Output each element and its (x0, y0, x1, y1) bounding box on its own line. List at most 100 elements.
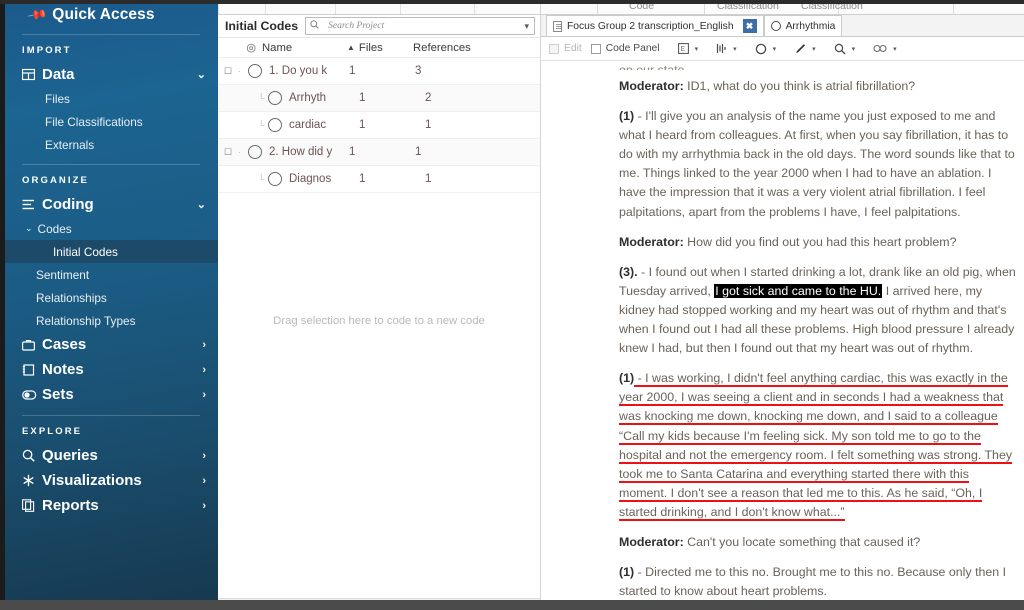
transcript-paragraph: (1) - Directed me to this no. Brought me… (619, 563, 1019, 601)
columns-tool[interactable]: ▾ (707, 43, 746, 54)
chevron-right-icon: › (202, 499, 206, 512)
chevron-down-icon[interactable]: ▾ (524, 21, 531, 32)
svg-text:E: E (680, 45, 684, 53)
column-header-references[interactable]: References (413, 42, 540, 54)
code-circle-tool[interactable]: ▾ (746, 43, 786, 55)
sidebar-item-sets[interactable]: Sets › (5, 382, 218, 407)
close-icon[interactable]: ✖ (742, 19, 757, 33)
sidebar-item-sentiment[interactable]: Sentiment (5, 263, 218, 286)
quick-access-header[interactable]: 📌 Quick Access (5, 0, 218, 34)
sidebar-item-coding[interactable]: Coding ⌄ (5, 192, 218, 217)
sidebar-item-initial-codes[interactable]: Initial Codes (5, 240, 218, 263)
sidebar-item-initial-codes-label: Initial Codes (53, 244, 118, 259)
document-toolbar: Edit Code Panel E ▾ ▾ ▾ ▾ ▾ ▾ (541, 37, 1024, 61)
chevron-down-icon: ⌄ (196, 69, 206, 81)
row-references: 3 (415, 65, 422, 77)
row-name: 1. Do you k (269, 65, 328, 77)
zoom-icon (834, 43, 846, 55)
code-circle-icon (268, 118, 282, 132)
tab-arrhythmia[interactable]: Arrhythmia (763, 15, 843, 36)
edit-toggle[interactable]: Edit (549, 43, 591, 54)
sidebar-item-visualizations[interactable]: Visualizations › (5, 468, 218, 493)
clipped-previous-line: on our state. (619, 63, 688, 70)
sidebar-item-file-classifications[interactable]: File Classifications (5, 110, 218, 133)
speaker-label: Moderator: (619, 79, 684, 93)
zoom-tool[interactable]: ▾ (825, 43, 865, 55)
sidebar-item-data-label: Data (42, 66, 75, 83)
sidebar-item-queries[interactable]: Queries › (5, 443, 218, 468)
checkbox-icon (549, 43, 559, 54)
selection-highlight[interactable]: I got sick and came to the HU. (714, 283, 883, 298)
row-files: 1 (359, 173, 366, 185)
select-all-icon[interactable]: ◎ (218, 41, 262, 54)
tab-label: Arrhythmia (785, 20, 836, 32)
sidebar-item-cases[interactable]: Cases › (5, 332, 218, 357)
table-row[interactable]: ☐ · 1. Do you k 1 3 (218, 58, 540, 85)
sidebar-item-reports[interactable]: Reports › (5, 493, 218, 518)
chevron-right-icon: › (202, 363, 206, 376)
edit-label: Edit (564, 43, 582, 54)
text-box-tool[interactable]: E ▾ (669, 43, 708, 54)
sidebar-item-codes[interactable]: ⌄ Codes (5, 217, 218, 240)
expand-collapse-icon[interactable]: ☐ (218, 147, 238, 158)
sidebar-item-files[interactable]: Files (5, 87, 218, 110)
link-tool[interactable]: ▾ (864, 44, 906, 53)
coded-text-underline[interactable]: - I was working, I didn't feel anything … (619, 371, 1013, 521)
document-icon (553, 20, 562, 32)
chevron-down-icon: ⌄ (196, 199, 206, 211)
chevron-down-icon: ⌄ (25, 223, 33, 233)
table-row[interactable]: ☐ · 2. How did y 1 1 (218, 139, 540, 166)
page-title: Initial Codes (225, 19, 299, 33)
sidebar-item-externals[interactable]: Externals (5, 133, 218, 156)
paragraph-text: ID1, what do you think is atrial fibrill… (683, 79, 916, 93)
codes-list-panel: Initial Codes Search Project ▾ ◎ Name ▲ … (218, 0, 541, 610)
pin-icon: 📌 (26, 3, 49, 26)
drag-drop-zone[interactable]: Drag selection here to code to a new cod… (218, 193, 540, 598)
sidebar-item-codes-label: Codes (37, 221, 72, 236)
sidebar-item-coding-label: Coding (42, 196, 94, 213)
chevron-down-icon[interactable]: ▾ (812, 45, 816, 53)
chevron-down-icon[interactable]: ▾ (695, 45, 699, 53)
sidebar-item-file-classifications-label: File Classifications (45, 114, 143, 129)
row-name: 2. How did y (269, 146, 333, 158)
column-header-name[interactable]: Name (262, 42, 347, 54)
tree-line: └ (258, 93, 265, 103)
expand-collapse-icon[interactable]: ☐ (218, 66, 238, 77)
sidebar-item-queries-label: Queries (42, 447, 98, 464)
chevron-down-icon[interactable]: ▾ (852, 45, 856, 53)
sidebar-item-sets-label: Sets (42, 386, 74, 403)
row-files: 1 (359, 119, 366, 131)
search-input[interactable]: Search Project ▾ (305, 17, 535, 35)
tree-line: · (238, 147, 241, 157)
sidebar-item-relationships[interactable]: Relationships (5, 286, 218, 309)
report-icon (22, 499, 42, 512)
table-row[interactable]: └ Diagnos 1 1 (218, 166, 540, 193)
speaker-label: (1) (619, 109, 635, 124)
row-references: 1 (415, 146, 422, 158)
code-circle-icon (248, 145, 262, 159)
document-content-area[interactable]: on our state. Moderator: ID1, what do yo… (541, 61, 1024, 610)
chevron-down-icon[interactable]: ▾ (733, 45, 737, 53)
highlight-pen-tool[interactable]: ▾ (785, 43, 825, 55)
table-row[interactable]: └ Arrhyth 1 2 (218, 85, 540, 112)
document-panel: Code Classification Classification Focus… (541, 0, 1024, 610)
paragraph-text: - I'll give you an analysis of the name … (619, 109, 1015, 219)
pen-icon (794, 43, 806, 55)
circle-icon (770, 21, 781, 31)
speaker-label: (1) (619, 371, 635, 386)
sidebar-item-externals-label: Externals (45, 137, 95, 152)
code-panel-toggle[interactable]: Code Panel (590, 43, 669, 54)
table-row[interactable]: └ cardiac 1 1 (218, 112, 540, 139)
tab-focus-group-transcription[interactable]: Focus Group 2 transcription_English ✖ (546, 15, 764, 36)
chevron-down-icon[interactable]: ▾ (893, 45, 897, 53)
paragraph-text: Can't you locate something that caused i… (683, 534, 921, 549)
sidebar-item-data[interactable]: Data ⌄ (5, 62, 218, 87)
speaker-label: Moderator: (619, 234, 684, 249)
sidebar-item-notes[interactable]: Notes › (5, 357, 218, 382)
chevron-down-icon[interactable]: ▾ (773, 45, 777, 53)
row-name: Diagnos (289, 173, 332, 185)
row-files: 1 (349, 146, 356, 158)
row-references: 1 (425, 173, 432, 185)
sidebar-item-relationship-types[interactable]: Relationship Types (5, 309, 218, 332)
column-header-files[interactable]: ▲ Files (347, 42, 413, 54)
